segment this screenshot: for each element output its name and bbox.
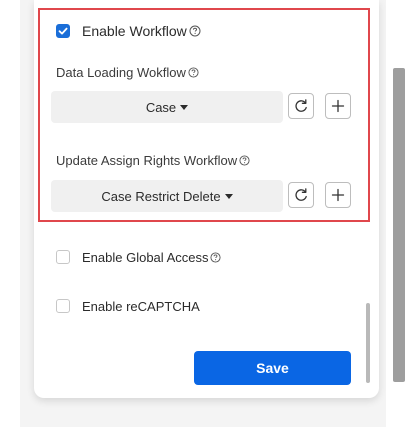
- data-loading-workflow-value: Case: [145, 99, 177, 115]
- help-circle-icon[interactable]: [189, 25, 201, 37]
- help-circle-icon[interactable]: [188, 66, 199, 78]
- data-loading-workflow-dropdown[interactable]: Case: [51, 91, 283, 123]
- save-button[interactable]: Save: [194, 351, 351, 385]
- card-scrollbar-thumb[interactable]: [366, 303, 370, 383]
- enable-workflow-row[interactable]: Enable Workflow: [56, 23, 201, 39]
- plus-icon: [331, 188, 345, 202]
- refresh-icon: [295, 99, 307, 112]
- update-assign-rights-refresh-button[interactable]: [288, 182, 314, 208]
- enable-global-access-label: Enable Global Access: [82, 249, 209, 265]
- data-loading-workflow-label: Data Loading Wokflow: [56, 64, 186, 80]
- checkmark-icon: [58, 27, 68, 35]
- help-circle-icon[interactable]: [210, 251, 222, 263]
- plus-icon: [331, 99, 345, 113]
- data-loading-refresh-button[interactable]: [288, 93, 314, 119]
- update-assign-rights-workflow-label: Update Assign Rights Workflow: [56, 152, 238, 168]
- update-assign-rights-workflow-field: Update Assign Rights Workflow: [56, 152, 250, 168]
- update-assign-rights-workflow-value: Case Restrict Delete: [101, 188, 221, 204]
- update-assign-rights-add-button[interactable]: [325, 182, 351, 208]
- enable-recaptcha-row[interactable]: Enable reCAPTCHA: [56, 298, 200, 314]
- refresh-icon: [295, 188, 307, 201]
- enable-recaptcha-checkbox[interactable]: [56, 299, 70, 313]
- help-circle-icon[interactable]: [239, 154, 250, 166]
- enable-workflow-label: Enable Workflow: [82, 23, 187, 39]
- scrollbar-thumb[interactable]: [393, 68, 405, 382]
- update-assign-rights-workflow-dropdown[interactable]: Case Restrict Delete: [51, 180, 283, 212]
- data-loading-add-button[interactable]: [325, 93, 351, 119]
- enable-workflow-checkbox[interactable]: [56, 24, 70, 38]
- enable-recaptcha-label: Enable reCAPTCHA: [82, 298, 200, 314]
- enable-global-access-row[interactable]: Enable Global Access: [56, 249, 222, 265]
- data-loading-workflow-field: Data Loading Wokflow: [56, 64, 199, 80]
- caret-down-icon: [180, 104, 189, 110]
- enable-global-access-checkbox[interactable]: [56, 250, 70, 264]
- caret-down-icon: [224, 193, 233, 199]
